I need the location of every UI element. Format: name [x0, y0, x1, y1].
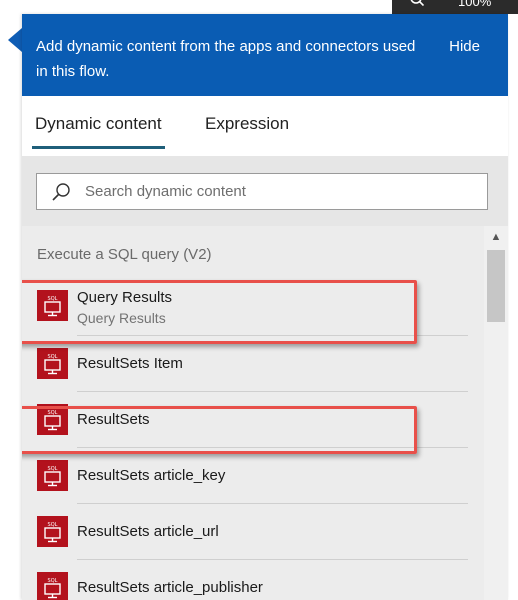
- panel-header: Add dynamic content from the apps and co…: [22, 14, 508, 96]
- svg-text:SQL: SQL: [48, 466, 58, 472]
- svg-text:SQL: SQL: [48, 522, 58, 528]
- list-item-resultsets-article-url[interactable]: SQL ResultSets article_url: [22, 504, 484, 560]
- sql-icon: SQL: [37, 572, 68, 600]
- highlight-query-results: [22, 280, 417, 344]
- panel-pointer: [8, 28, 22, 52]
- list-item-resultsets-article-publisher[interactable]: SQL ResultSets article_publisher: [22, 560, 484, 600]
- search-icon: [52, 183, 70, 201]
- svg-text:SQL: SQL: [48, 354, 58, 360]
- list-item-resultsets-article-key[interactable]: SQL ResultSets article_key: [22, 448, 484, 504]
- sql-icon: SQL: [37, 516, 68, 547]
- highlight-resultsets: [22, 406, 417, 454]
- item-title: ResultSets article_publisher: [77, 579, 263, 596]
- header-description: Add dynamic content from the apps and co…: [36, 38, 416, 80]
- search-area: [22, 156, 508, 226]
- item-title: ResultSets Item: [77, 355, 183, 372]
- item-title: ResultSets article_url: [77, 523, 219, 540]
- sql-icon: SQL: [37, 348, 68, 379]
- sql-icon: SQL: [37, 460, 68, 491]
- tab-expression[interactable]: Expression: [205, 114, 289, 144]
- section-header: Execute a SQL query (V2): [37, 246, 212, 263]
- list-item-resultsets-item[interactable]: SQL ResultSets Item: [22, 336, 484, 392]
- tab-dynamic-content[interactable]: Dynamic content: [32, 114, 165, 149]
- tab-bar: Dynamic content Expression: [22, 96, 508, 162]
- scroll-up-arrow-icon[interactable]: ▲: [484, 228, 508, 246]
- dynamic-content-panel: Add dynamic content from the apps and co…: [22, 14, 508, 600]
- svg-text:SQL: SQL: [48, 578, 58, 584]
- zoom-level: 100%: [458, 0, 492, 9]
- search-box: [36, 173, 488, 210]
- dynamic-content-list: Execute a SQL query (V2) SQL Query Resul…: [22, 226, 508, 600]
- scrollbar[interactable]: ▲: [484, 226, 508, 600]
- magnifier-icon: [410, 0, 424, 6]
- hide-button[interactable]: Hide: [449, 34, 480, 59]
- search-input[interactable]: [85, 174, 475, 209]
- scroll-thumb[interactable]: [487, 250, 505, 322]
- item-title: ResultSets article_key: [77, 467, 226, 484]
- top-status-strip: 100%: [392, 0, 518, 14]
